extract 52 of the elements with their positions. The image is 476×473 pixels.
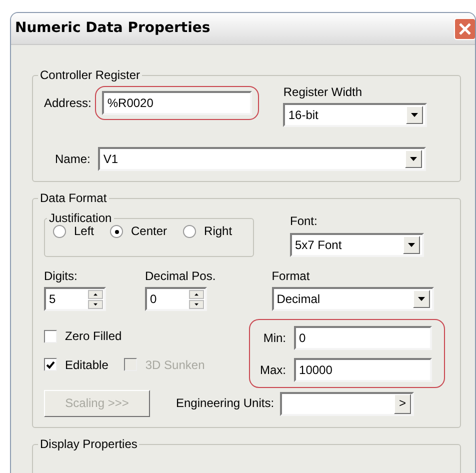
checkbox-option[interactable]: Zero Filled <box>44 329 122 344</box>
browse-button[interactable]: > <box>394 394 412 414</box>
check-icon <box>46 360 55 369</box>
field-label: Format <box>272 268 311 284</box>
spinner-field[interactable]: 0 <box>145 287 207 312</box>
group-title: Display Properties <box>39 438 138 450</box>
close-button[interactable] <box>454 18 475 40</box>
field-label: Name: <box>55 152 90 167</box>
checkbox[interactable] <box>44 330 57 343</box>
radio-button[interactable] <box>183 225 196 238</box>
dropdown-button[interactable] <box>405 150 422 168</box>
dropdown-button[interactable] <box>412 290 430 308</box>
radio-option[interactable]: Center <box>110 224 168 239</box>
format-dropdown[interactable]: Decimal <box>272 287 434 312</box>
close-icon <box>458 22 472 36</box>
text-field[interactable]: > <box>280 392 414 416</box>
checkbox-option: 3D Sunken <box>124 358 205 372</box>
field-label: Address: <box>44 96 92 110</box>
radio-option[interactable]: Left <box>53 224 94 239</box>
caret-icon <box>408 242 415 247</box>
caret-icon <box>411 113 418 118</box>
field-label: Font: <box>290 214 318 229</box>
checkbox-option[interactable]: Editable <box>44 358 108 372</box>
group-title: Data Format <box>39 192 108 204</box>
field-label: Engineering Units: <box>176 396 274 411</box>
spin-up-icon[interactable] <box>189 290 204 299</box>
text-field[interactable]: 10000 <box>294 358 432 382</box>
text-field[interactable]: %R0020 <box>102 91 252 115</box>
field-label: Min: <box>263 330 286 346</box>
dropdown-button[interactable] <box>406 106 424 124</box>
group-title: Justification <box>48 212 113 224</box>
text-field[interactable]: 0 <box>294 326 432 350</box>
spin-up-icon[interactable] <box>88 290 103 299</box>
spin-down-icon[interactable] <box>88 300 103 309</box>
spinner-field[interactable]: 5 <box>44 287 106 312</box>
field-label: Decimal Pos. <box>145 268 216 284</box>
field-label: Digits: <box>44 268 78 284</box>
field-label: Register Width <box>283 85 364 100</box>
window-title: Numeric Data Properties <box>15 20 210 37</box>
field-label: Max: <box>260 362 286 378</box>
caret-icon <box>418 297 425 302</box>
spin-down-icon[interactable] <box>189 300 204 309</box>
caret-icon <box>410 157 418 162</box>
group-title: Controller Register <box>39 69 142 81</box>
radio-option[interactable]: Right <box>183 224 232 239</box>
name-dropdown[interactable]: V1 <box>98 147 426 172</box>
radio-button[interactable] <box>110 225 124 238</box>
register-width-dropdown[interactable]: 16-bit <box>283 103 428 128</box>
radio-button[interactable] <box>53 225 66 238</box>
font-dropdown[interactable]: 5x7 Font <box>290 232 424 257</box>
dropdown-button[interactable] <box>403 236 420 254</box>
checkbox[interactable] <box>44 358 57 372</box>
